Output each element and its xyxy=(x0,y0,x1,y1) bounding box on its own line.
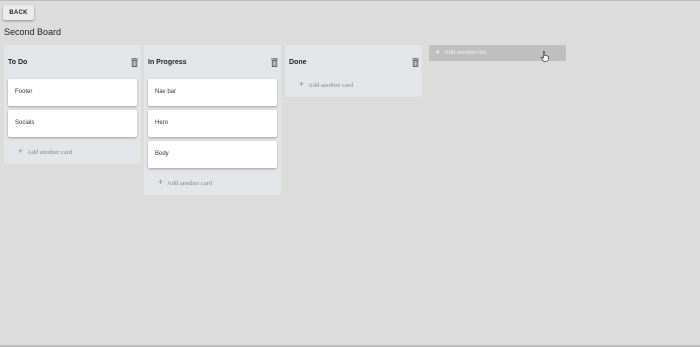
plus-icon: + xyxy=(299,79,305,89)
card-title: Nav bar xyxy=(155,89,177,95)
card-title: Footer xyxy=(15,89,33,95)
list-in-progress: In Progress Nav bar Hero Body + Add anot… xyxy=(144,45,281,195)
plus-icon: + xyxy=(18,146,24,156)
list-header: To Do xyxy=(4,45,141,79)
card-title: Body xyxy=(155,151,169,157)
card[interactable]: Nav bar xyxy=(148,79,277,106)
list-title: To Do xyxy=(8,59,28,66)
back-button[interactable]: BACK xyxy=(3,5,34,20)
plus-icon: + xyxy=(158,177,164,187)
add-card-label: Add another card xyxy=(27,149,73,156)
list-title: In Progress xyxy=(148,59,187,66)
hand-pointer-icon xyxy=(541,51,549,62)
add-card-button[interactable]: + Add another card xyxy=(4,141,141,164)
card-title: Hero xyxy=(155,120,169,126)
card-title: Socials xyxy=(15,120,35,126)
trash-icon[interactable] xyxy=(271,58,278,67)
list-header: Done xyxy=(285,45,422,79)
card[interactable]: Socials xyxy=(8,110,137,137)
add-list-label: Add another list xyxy=(444,49,486,56)
add-card-label: Add another card xyxy=(308,82,354,89)
add-card-button[interactable]: + Add another card xyxy=(285,79,422,97)
add-card-button[interactable]: + Add another card xyxy=(144,172,281,195)
card[interactable]: Footer xyxy=(8,79,137,106)
list-title: Done xyxy=(289,59,307,66)
board-title: Second Board xyxy=(4,27,62,37)
plus-icon: + xyxy=(435,47,441,57)
trash-icon[interactable] xyxy=(412,58,419,67)
card[interactable]: Hero xyxy=(148,110,277,137)
list-header: In Progress xyxy=(144,45,281,79)
add-card-label: Add another card xyxy=(167,180,213,187)
trash-icon[interactable] xyxy=(131,58,138,67)
card[interactable]: Body xyxy=(148,141,277,168)
list-to-do: To Do Footer Socials + Add another card xyxy=(4,45,141,164)
board-page: BACK Second Board To Do Footer Socials +… xyxy=(0,0,700,347)
list-done: Done + Add another card xyxy=(285,45,422,97)
